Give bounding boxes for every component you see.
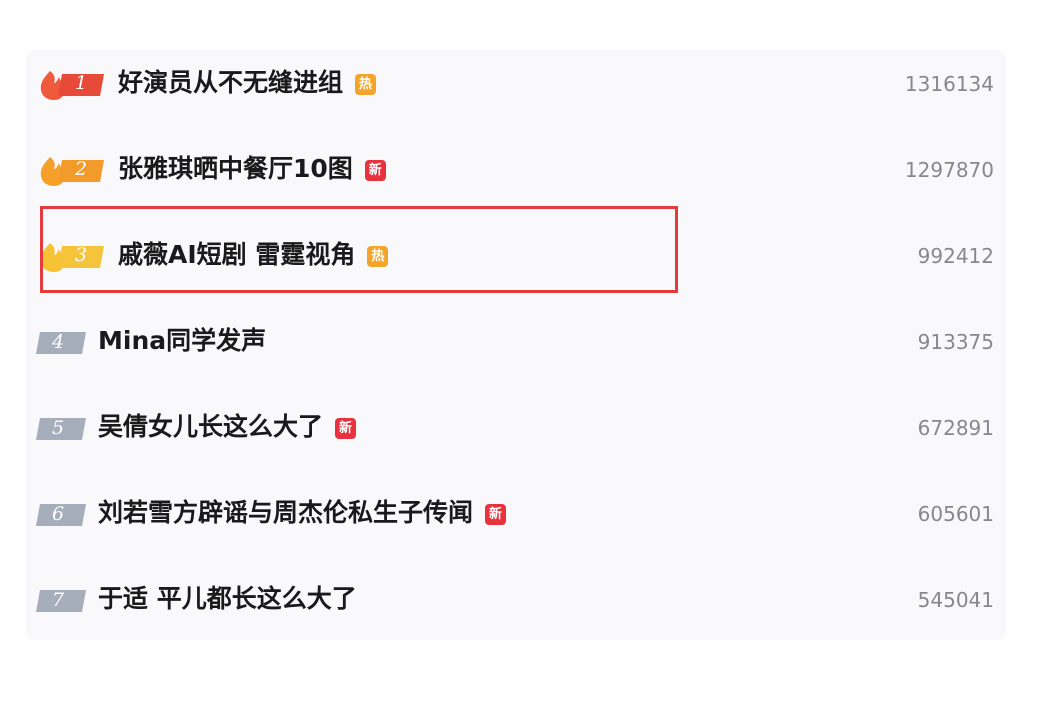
new-badge: 新 [364, 160, 386, 181]
hot-search-list: 1 好演员从不无缝进组热 1316134 2 张雅琪晒中餐厅10图新 12978… [26, 50, 1006, 640]
hot-item-title-text[interactable]: 张雅琪晒中餐厅10图 [118, 154, 353, 183]
hot-item-4[interactable]: 4 Mina同学发声 913375 [26, 302, 1006, 382]
rank-number: 6 [51, 503, 65, 525]
hot-item-title[interactable]: 吴倩女儿长这么大了新 [98, 409, 357, 445]
rank-number: 5 [51, 417, 65, 439]
rank-number: 4 [51, 331, 65, 353]
new-badge: 新 [485, 504, 507, 525]
hot-item-title-text[interactable]: Mina同学发声 [98, 326, 266, 355]
hot-item-title[interactable]: 好演员从不无缝进组热 [118, 65, 377, 101]
hot-item-count: 992412 [917, 244, 994, 268]
hot-item-title[interactable]: 于适 平儿都长这么大了 [98, 581, 357, 617]
hot-item-7[interactable]: 7 于适 平儿都长这么大了 545041 [26, 560, 1006, 640]
rank-badge-1: 1 [36, 68, 104, 100]
highlight-box [40, 206, 678, 293]
hot-item-5[interactable]: 5 吴倩女儿长这么大了新 672891 [26, 388, 1006, 468]
rank-badge-5: 5 [36, 412, 102, 444]
rank-badge-7: 7 [36, 584, 102, 616]
hot-item-count: 1297870 [904, 158, 994, 182]
hot-item-1[interactable]: 1 好演员从不无缝进组热 1316134 [26, 44, 1006, 124]
hot-item-title-text[interactable]: 于适 平儿都长这么大了 [98, 584, 357, 613]
hot-item-title-text[interactable]: 刘若雪方辟谣与周杰伦私生子传闻 [98, 498, 473, 527]
hot-item-count: 913375 [917, 330, 994, 354]
hot-item-title[interactable]: 张雅琪晒中餐厅10图新 [118, 151, 386, 187]
rank-number: 7 [51, 589, 65, 611]
rank-number: 2 [74, 158, 88, 180]
hot-item-count: 605601 [917, 502, 994, 526]
hot-badge: 热 [355, 74, 377, 95]
hot-item-title[interactable]: Mina同学发声 [98, 323, 266, 359]
hot-item-count: 672891 [917, 416, 994, 440]
hot-item-title-text[interactable]: 好演员从不无缝进组 [118, 68, 343, 97]
rank-number: 1 [74, 72, 88, 94]
rank-badge-2: 2 [36, 154, 104, 186]
hot-item-count: 1316134 [904, 72, 994, 96]
new-badge: 新 [335, 418, 357, 439]
rank-badge-4: 4 [36, 326, 102, 358]
hot-item-count: 545041 [917, 588, 994, 612]
hot-item-title[interactable]: 刘若雪方辟谣与周杰伦私生子传闻新 [98, 495, 507, 531]
hot-item-6[interactable]: 6 刘若雪方辟谣与周杰伦私生子传闻新 605601 [26, 474, 1006, 554]
hot-item-title-text[interactable]: 吴倩女儿长这么大了 [98, 412, 323, 441]
hot-item-2[interactable]: 2 张雅琪晒中餐厅10图新 1297870 [26, 130, 1006, 210]
rank-badge-6: 6 [36, 498, 102, 530]
